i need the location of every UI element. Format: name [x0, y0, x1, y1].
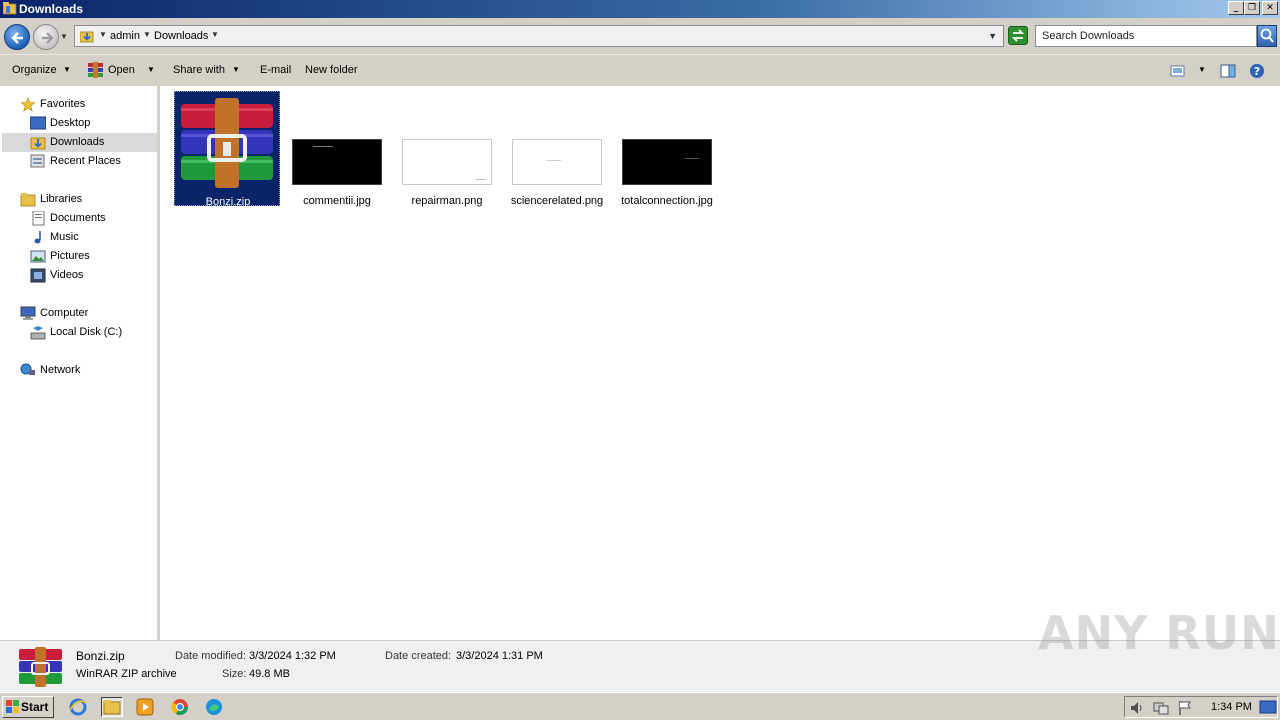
videos-icon: [30, 268, 46, 283]
start-button[interactable]: Start: [2, 696, 54, 718]
action-center-flag-icon[interactable]: [1177, 700, 1193, 716]
image-thumbnail: [402, 139, 492, 185]
details-size-value: 49.8 MB: [249, 668, 290, 680]
file-item-bonzi-zip[interactable]: Bonzi.zip: [174, 91, 280, 208]
back-button[interactable]: [4, 24, 30, 50]
edge-taskbar-button[interactable]: [204, 697, 226, 717]
internet-explorer-taskbar-button[interactable]: [68, 697, 90, 717]
show-desktop-icon[interactable]: [1259, 698, 1277, 716]
open-button[interactable]: Open: [108, 64, 135, 76]
search-icon: [1260, 28, 1274, 43]
taskbar: Start 1:34 PM: [0, 692, 1280, 720]
title-bar[interactable]: Downloads _ ❐ ✕: [0, 0, 1280, 18]
share-with-button[interactable]: Share with: [173, 64, 225, 76]
chevron-down-icon[interactable]: ▼: [232, 65, 240, 74]
details-file-type: WinRAR ZIP archive: [76, 668, 177, 680]
details-file-name: Bonzi.zip: [76, 649, 125, 663]
explorer-taskbar-button[interactable]: [101, 697, 123, 717]
arrow-right-icon: [42, 32, 54, 44]
breadcrumb-downloads[interactable]: Downloads: [154, 30, 208, 42]
minimize-button[interactable]: _: [1228, 1, 1244, 15]
search-placeholder: Search Downloads: [1042, 30, 1135, 42]
downloads-folder-icon: [30, 137, 46, 150]
search-input[interactable]: Search Downloads: [1035, 25, 1257, 47]
address-field[interactable]: ▼ admin ▼ Downloads ▼ ▼: [74, 25, 1004, 47]
email-button[interactable]: E-mail: [260, 64, 291, 76]
refresh-button[interactable]: [1008, 26, 1028, 45]
search-button[interactable]: [1257, 25, 1277, 47]
recent-places-icon: [30, 154, 45, 168]
hard-drive-icon: [30, 326, 46, 340]
details-modified-label: Date modified:: [175, 650, 246, 662]
file-name: commentii.jpg: [303, 195, 371, 207]
file-item-repairman-png[interactable]: repairman.png: [394, 91, 500, 207]
organize-button[interactable]: Organize: [12, 64, 57, 76]
folder-icon: [103, 700, 121, 715]
winrar-archive-icon: [181, 98, 273, 188]
pictures-icon: [30, 250, 46, 263]
documents-icon: [32, 211, 45, 226]
navigation-pane: Favorites Desktop Downloads Recent Place…: [0, 86, 157, 640]
chevron-down-icon[interactable]: ▼: [211, 30, 219, 39]
arrow-left-icon: [11, 32, 23, 44]
media-player-taskbar-button[interactable]: [135, 697, 157, 717]
file-name: totalconnection.jpg: [621, 195, 713, 207]
file-name: sciencerelated.png: [510, 195, 604, 207]
breadcrumb-admin[interactable]: admin: [110, 30, 140, 42]
svg-text:?: ?: [1254, 65, 1260, 78]
chevron-down-icon[interactable]: ▼: [1198, 65, 1206, 74]
recent-pages-dropdown[interactable]: ▼: [60, 32, 68, 41]
details-created-value: 3/3/2024 1:31 PM: [456, 650, 543, 662]
computer-icon: [20, 306, 36, 320]
new-folder-button[interactable]: New folder: [305, 64, 358, 76]
forward-button[interactable]: [33, 24, 59, 50]
chevron-down-icon[interactable]: ▼: [63, 65, 71, 74]
downloads-folder-icon: [80, 31, 94, 43]
network-status-icon[interactable]: [1153, 700, 1169, 716]
music-note-icon: [34, 231, 41, 244]
chevron-down-icon[interactable]: ▼: [147, 65, 155, 74]
chevron-down-icon[interactable]: ▼: [143, 30, 151, 39]
internet-explorer-icon: [69, 698, 87, 716]
image-thumbnail: [622, 139, 712, 185]
details-modified-value: 3/3/2024 1:32 PM: [249, 650, 336, 662]
file-name: Bonzi.zip: [205, 196, 251, 208]
address-history-dropdown[interactable]: ▼: [988, 31, 997, 41]
folder-icon: [3, 2, 17, 15]
network-icon: [20, 363, 35, 375]
watermark: ANY RUN: [1038, 606, 1280, 660]
help-icon[interactable]: ?: [1249, 63, 1265, 79]
close-button[interactable]: ✕: [1262, 1, 1278, 15]
change-view-icon[interactable]: [1170, 63, 1186, 79]
file-item-sciencerelated-png[interactable]: sciencerelated.png: [504, 91, 610, 207]
volume-icon[interactable]: [1129, 700, 1145, 716]
details-created-label: Date created:: [385, 650, 452, 662]
restore-button[interactable]: ❐: [1244, 1, 1260, 15]
winrar-icon: [88, 62, 103, 78]
address-bar-row: ▼ ▼ admin ▼ Downloads ▼ ▼ Search Downloa…: [0, 18, 1280, 54]
image-thumbnail: [292, 139, 382, 185]
star-icon: [20, 97, 36, 112]
chevron-down-icon[interactable]: ▼: [99, 30, 107, 39]
media-player-icon: [136, 698, 154, 716]
window-title: Downloads: [19, 2, 84, 16]
windows-logo-icon: [6, 700, 19, 713]
command-toolbar: Organize ▼ Open ▼ Share with ▼ E-mail Ne…: [0, 54, 1280, 86]
file-item-commentii-jpg[interactable]: commentii.jpg: [284, 91, 390, 207]
chrome-icon: [171, 699, 189, 716]
file-list[interactable]: Bonzi.zip commentii.jpg repairman.png sc…: [160, 86, 1280, 640]
desktop-icon: [30, 116, 46, 130]
winrar-archive-icon: [19, 647, 62, 687]
preview-pane-icon[interactable]: [1220, 63, 1236, 79]
system-tray: 1:34 PM: [1124, 696, 1278, 718]
details-size-label: Size:: [222, 668, 247, 680]
file-item-totalconnection-jpg[interactable]: totalconnection.jpg: [614, 91, 720, 207]
refresh-icon: [1011, 29, 1025, 42]
file-name: repairman.png: [411, 195, 483, 207]
clock[interactable]: 1:34 PM: [1211, 701, 1252, 713]
image-thumbnail: [512, 139, 602, 185]
libraries-icon: [20, 193, 36, 207]
edge-icon: [206, 699, 222, 715]
chrome-taskbar-button[interactable]: [170, 697, 192, 717]
